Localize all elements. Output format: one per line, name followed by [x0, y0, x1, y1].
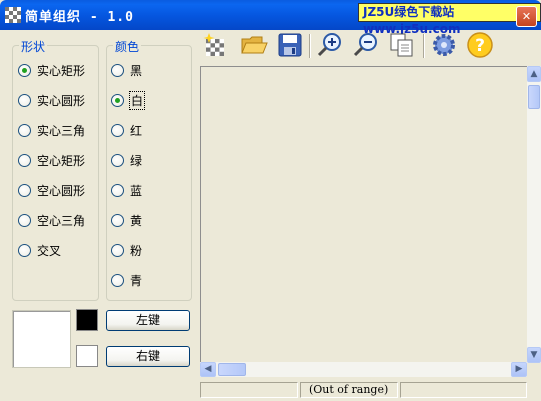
- color-option-label: 粉: [130, 243, 143, 258]
- vertical-scrollbar[interactable]: ▲ ▼: [527, 66, 541, 363]
- color-option-label: 青: [130, 273, 143, 288]
- color-group: 颜色: [106, 38, 192, 301]
- color-option[interactable]: 黑: [111, 62, 142, 78]
- shape-option-label: 空心三角: [37, 213, 86, 228]
- status-pane-left: [200, 382, 298, 398]
- color-option-label: 绿: [130, 153, 143, 168]
- right-color-swatch: [76, 345, 98, 367]
- shape-option[interactable]: 实心三角: [18, 122, 85, 138]
- radio-button-icon[interactable]: [18, 93, 31, 107]
- shape-option[interactable]: 空心矩形: [18, 152, 85, 168]
- help-icon[interactable]: ?: [466, 31, 494, 59]
- color-option-label: 黑: [130, 63, 143, 78]
- color-option[interactable]: 蓝: [111, 182, 142, 198]
- title-bar[interactable]: 简单组织 - 1.0 JZ5U绿色下载站www.jz5u.com ✕: [0, 0, 541, 36]
- left-click-button[interactable]: 左键: [106, 310, 190, 331]
- app-icon[interactable]: [5, 7, 21, 23]
- radio-button-icon[interactable]: [111, 273, 124, 287]
- preview-canvas: [12, 310, 71, 368]
- shape-group-title: 形状: [19, 38, 48, 55]
- radio-button-icon[interactable]: [111, 183, 124, 197]
- shape-option-label: 实心圆形: [37, 93, 86, 108]
- color-option-label: 黄: [130, 213, 143, 228]
- color-option-label: 红: [130, 123, 143, 138]
- left-color-swatch: [76, 309, 98, 331]
- radio-button-icon[interactable]: [111, 153, 124, 167]
- shape-option-label: 实心矩形: [37, 63, 86, 78]
- scroll-right-arrow-icon[interactable]: ▶: [511, 362, 527, 377]
- color-option[interactable]: 红: [111, 122, 142, 138]
- zoom-in-icon[interactable]: [316, 31, 344, 59]
- right-click-button[interactable]: 右键: [106, 346, 190, 367]
- radio-button-icon[interactable]: [111, 123, 124, 137]
- shape-option-label: 交叉: [37, 243, 62, 258]
- status-pane-right: [400, 382, 527, 398]
- toolbar-separator: [423, 34, 425, 58]
- settings-gear-icon[interactable]: [430, 31, 458, 59]
- radio-button-icon[interactable]: [111, 243, 124, 257]
- window-title: 简单组织 - 1.0: [25, 10, 134, 25]
- shape-option-label: 空心矩形: [37, 153, 86, 168]
- color-group-title: 颜色: [113, 38, 142, 55]
- shape-option-label: 空心圆形: [37, 183, 86, 198]
- radio-button-icon[interactable]: [111, 63, 124, 77]
- radio-button-icon[interactable]: [18, 153, 31, 167]
- color-option[interactable]: 白: [111, 90, 146, 110]
- shape-option[interactable]: 实心圆形: [18, 92, 85, 108]
- status-pane-coordinates: (Out of range): [300, 382, 398, 398]
- radio-button-icon[interactable]: [18, 123, 31, 137]
- color-option[interactable]: 黄: [111, 212, 142, 228]
- color-option-label: 白: [128, 90, 146, 110]
- horizontal-scrollbar[interactable]: ◀ ▶: [200, 362, 527, 377]
- close-button[interactable]: ✕: [516, 6, 537, 27]
- shape-option[interactable]: 实心矩形: [18, 62, 85, 78]
- scroll-left-arrow-icon[interactable]: ◀: [200, 362, 216, 377]
- shape-option[interactable]: 空心圆形: [18, 182, 85, 198]
- radio-button-icon[interactable]: [18, 243, 31, 257]
- radio-button-icon[interactable]: [111, 213, 124, 227]
- shape-option[interactable]: 空心三角: [18, 212, 85, 228]
- radio-button-icon[interactable]: [18, 183, 31, 197]
- shape-group: 形状: [12, 38, 99, 301]
- status-bar: (Out of range): [0, 380, 541, 401]
- open-folder-icon[interactable]: [240, 31, 268, 59]
- watermark-banner: JZ5U绿色下载站www.jz5u.com: [358, 3, 541, 36]
- horizontal-scroll-thumb[interactable]: [218, 363, 246, 376]
- color-option-label: 蓝: [130, 183, 143, 198]
- vertical-scroll-thumb[interactable]: [528, 85, 540, 109]
- radio-button-icon[interactable]: [18, 213, 31, 227]
- color-option[interactable]: 绿: [111, 152, 142, 168]
- zoom-out-icon[interactable]: [352, 31, 380, 59]
- svg-text:?: ?: [475, 36, 485, 56]
- new-icon[interactable]: [203, 31, 231, 59]
- radio-button-icon[interactable]: [111, 93, 124, 107]
- drawing-canvas[interactable]: [200, 66, 528, 363]
- scroll-down-arrow-icon[interactable]: ▼: [527, 347, 541, 363]
- scroll-up-arrow-icon[interactable]: ▲: [527, 66, 541, 82]
- shape-option-label: 实心三角: [37, 123, 86, 138]
- color-option[interactable]: 青: [111, 272, 142, 288]
- shape-option[interactable]: 交叉: [18, 242, 61, 258]
- radio-button-icon[interactable]: [18, 63, 31, 77]
- copy-pages-icon[interactable]: [388, 31, 416, 59]
- toolbar-separator: [309, 34, 311, 58]
- color-option[interactable]: 粉: [111, 242, 142, 258]
- save-icon[interactable]: [276, 31, 304, 59]
